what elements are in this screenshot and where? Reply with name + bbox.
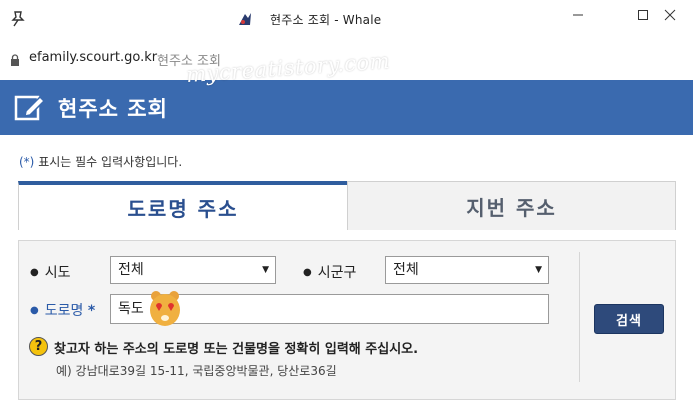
- pin-icon[interactable]: [8, 9, 28, 29]
- panel-divider: [579, 252, 580, 382]
- question-icon: ?: [29, 337, 48, 356]
- sido-select[interactable]: 전체 ▼: [110, 256, 276, 284]
- page-header: 현주소 조회: [0, 80, 693, 135]
- tab-road-address[interactable]: 도로명 주소: [18, 181, 347, 230]
- sigungu-select-value: 전체: [393, 262, 419, 278]
- example-text: 예) 강남대로39길 15-11, 국립중앙박물관, 당산로36길: [56, 364, 337, 378]
- required-notice: (*) 표시는 필수 입력사항입니다.: [19, 153, 182, 170]
- minimize-icon: [573, 14, 583, 16]
- sigungu-label: ● 시군구: [303, 265, 357, 281]
- page-title: 현주소 조회: [58, 97, 168, 121]
- help-text: 찾고자 하는 주소의 도로명 또는 건물명을 정확히 입력해 주십시오.: [54, 342, 419, 357]
- tab-lot-address[interactable]: 지번 주소: [347, 181, 676, 230]
- sido-label: ● 시도: [30, 265, 71, 281]
- search-button[interactable]: 검색: [594, 304, 664, 334]
- bullet-icon: ●: [30, 305, 39, 316]
- sido-select-value: 전체: [118, 262, 144, 278]
- required-notice-text: 표시는 필수 입력사항입니다.: [38, 155, 183, 169]
- close-button[interactable]: [647, 0, 693, 30]
- bullet-icon: ●: [303, 267, 312, 278]
- road-name-label: ● 도로명 *: [30, 303, 96, 319]
- browser-tab-title: 현주소 조회 - Whale: [270, 12, 382, 27]
- url-text[interactable]: efamily.scourt.go.kr: [29, 50, 157, 65]
- sticker-character-icon: [150, 291, 180, 326]
- minimize-button[interactable]: [555, 0, 601, 30]
- whale-favicon-icon: [239, 13, 251, 25]
- bullet-icon: ●: [30, 267, 39, 278]
- required-star: (*): [19, 155, 35, 169]
- chevron-down-icon: ▼: [535, 265, 542, 275]
- close-icon: [664, 9, 676, 21]
- sigungu-select[interactable]: 전체 ▼: [385, 256, 549, 284]
- chevron-down-icon: ▼: [262, 265, 269, 275]
- browser-title-bar: 현주소 조회 - Whale: [0, 0, 693, 38]
- edit-icon: [14, 95, 46, 121]
- required-mark: *: [87, 303, 96, 319]
- lock-icon: [11, 54, 19, 66]
